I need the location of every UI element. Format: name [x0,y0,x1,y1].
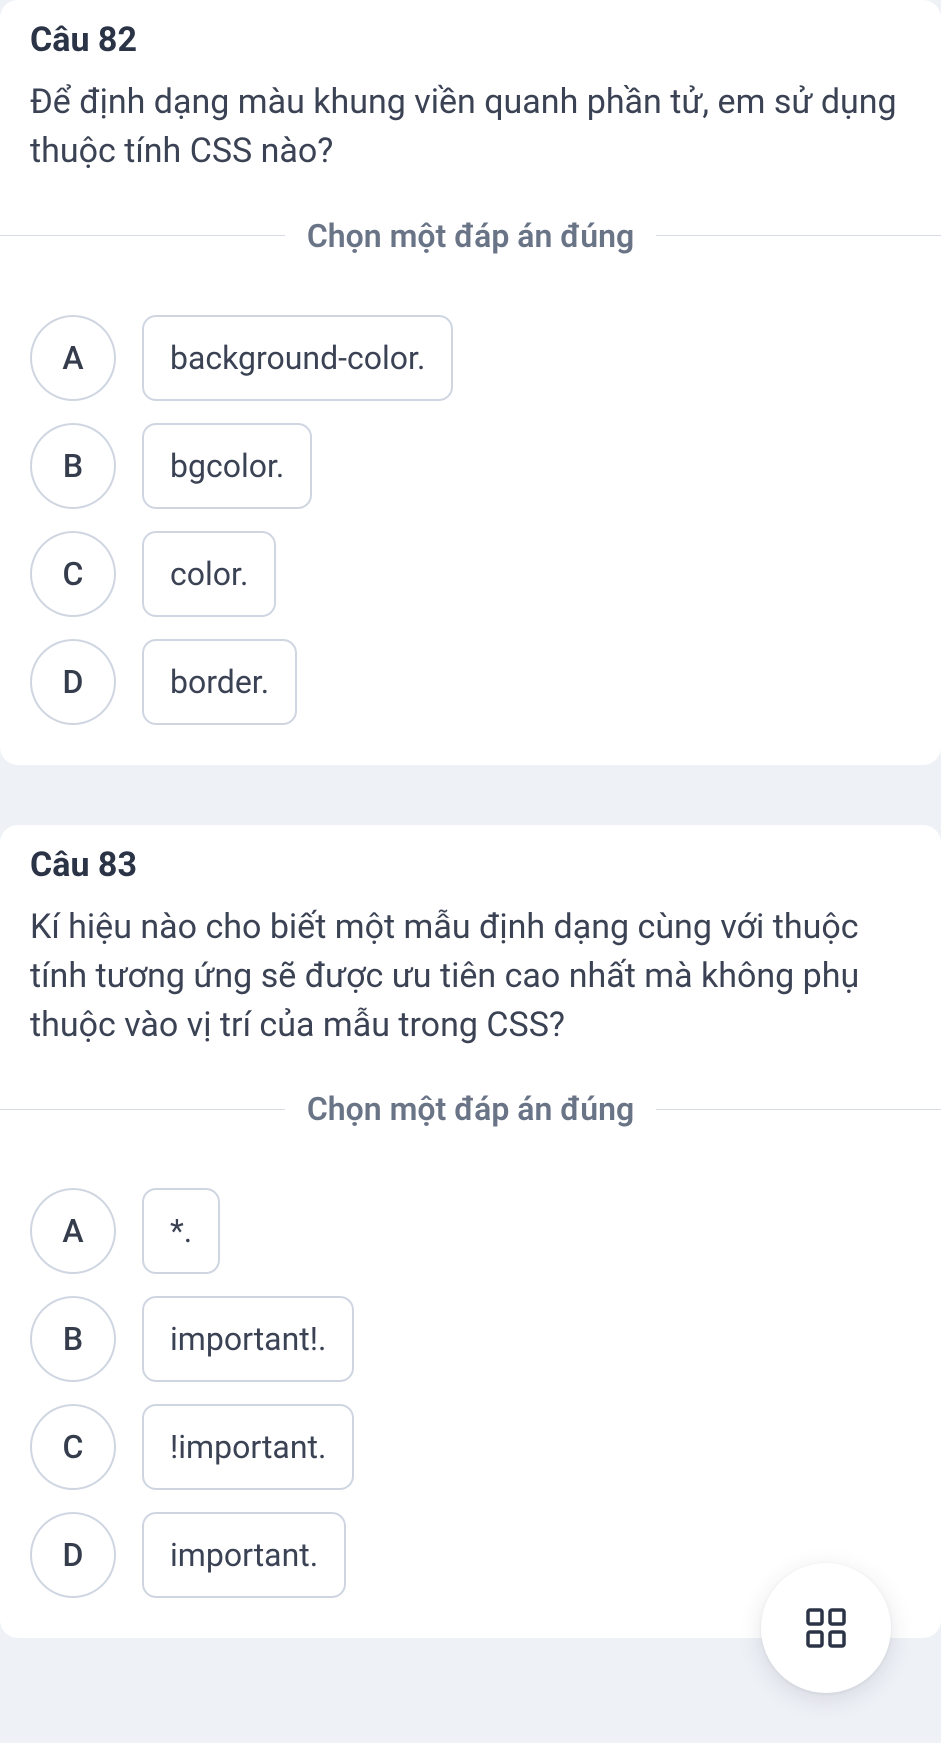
option-b[interactable]: B important!. [30,1296,911,1382]
options-list: A background-color. B bgcolor. C color. … [0,315,941,725]
question-header: Câu 83 Kí hiệu nào cho biết một mẫu định… [0,825,941,1051]
question-card: Câu 83 Kí hiệu nào cho biết một mẫu định… [0,825,941,1639]
option-letter: D [30,1512,116,1598]
instruction-text: Chọn một đáp án đúng [285,217,656,255]
divider-line [656,235,941,236]
question-text: Kí hiệu nào cho biết một mẫu định dạng c… [30,903,911,1051]
instruction-text: Chọn một đáp án đúng [285,1090,656,1128]
option-label: !important. [142,1404,354,1490]
divider-line [656,1109,941,1110]
divider-line [0,235,285,236]
option-letter: C [30,1404,116,1490]
options-list: A *. B important!. C !important. D impor… [0,1188,941,1598]
grid-menu-button[interactable] [761,1563,891,1693]
option-c[interactable]: C color. [30,531,911,617]
option-letter: D [30,639,116,725]
question-card: Câu 82 Để định dạng màu khung viền quanh… [0,0,941,765]
option-letter: B [30,1296,116,1382]
option-letter: A [30,1188,116,1274]
option-label: important!. [142,1296,354,1382]
option-label: bgcolor. [142,423,312,509]
grid-icon [804,1606,848,1650]
option-label: *. [142,1188,220,1274]
instruction-divider: Chọn một đáp án đúng [0,217,941,255]
option-letter: B [30,423,116,509]
instruction-divider: Chọn một đáp án đúng [0,1090,941,1128]
divider-line [0,1109,285,1110]
question-number: Câu 83 [30,845,911,885]
option-label: border. [142,639,297,725]
question-number: Câu 82 [30,20,911,60]
option-label: color. [142,531,276,617]
option-label: background-color. [142,315,453,401]
option-c[interactable]: C !important. [30,1404,911,1490]
option-a[interactable]: A background-color. [30,315,911,401]
option-letter: A [30,315,116,401]
question-header: Câu 82 Để định dạng màu khung viền quanh… [0,0,941,177]
option-a[interactable]: A *. [30,1188,911,1274]
option-letter: C [30,531,116,617]
option-d[interactable]: D border. [30,639,911,725]
option-b[interactable]: B bgcolor. [30,423,911,509]
option-label: important. [142,1512,346,1598]
question-text: Để định dạng màu khung viền quanh phần t… [30,78,911,177]
